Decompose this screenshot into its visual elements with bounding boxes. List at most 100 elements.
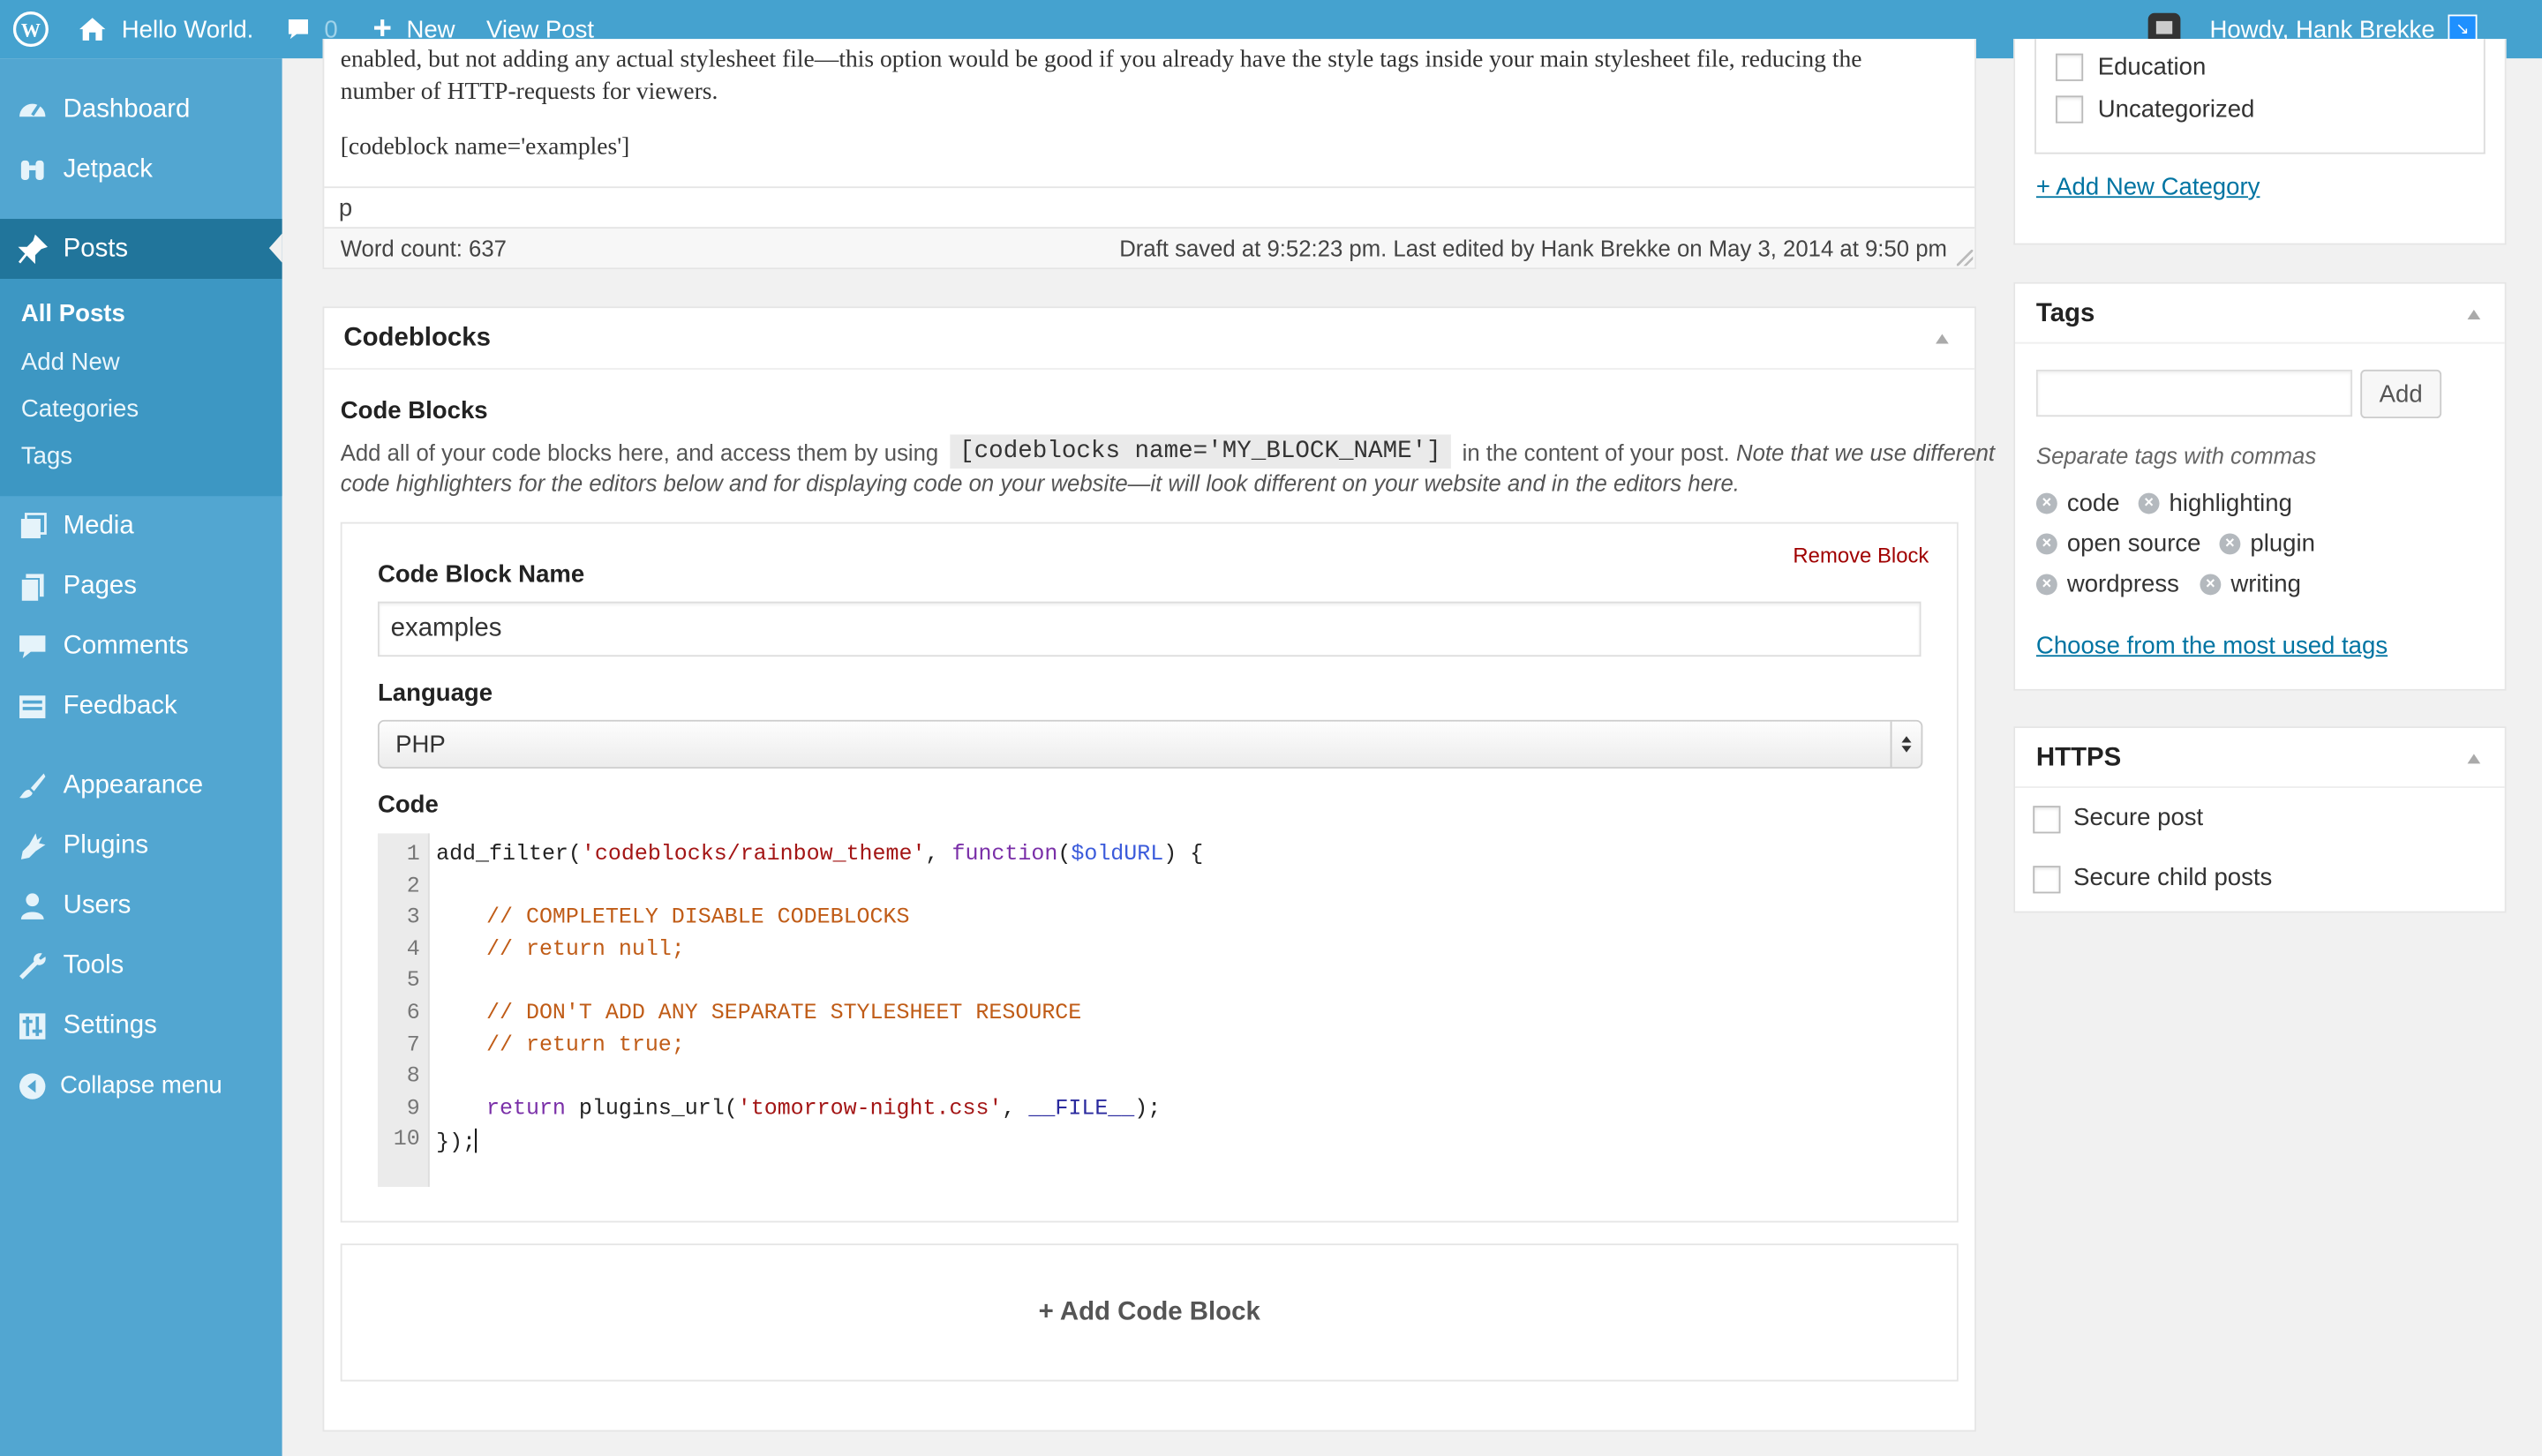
remove-tag-icon[interactable]: × <box>2138 492 2160 514</box>
line-number: 8 <box>406 1065 420 1091</box>
code-editor[interactable]: 1 2 3 4 5 6 7 8 9 10 add_filter('codeblo… <box>377 833 1922 1187</box>
brush-icon <box>15 769 50 804</box>
menu-pages[interactable]: Pages <box>0 556 282 616</box>
menu-comments[interactable]: Comments <box>0 616 282 676</box>
add-code-block-label: + Add Code Block <box>1038 1297 1260 1326</box>
line-number: 5 <box>406 970 420 995</box>
menu-collapse[interactable]: Collapse menu <box>0 1055 282 1115</box>
remove-tag-icon[interactable]: × <box>2035 574 2057 596</box>
comment-bubble-icon <box>285 16 311 41</box>
line-number: 7 <box>406 1033 420 1059</box>
select-arrows-icon <box>1890 721 1922 768</box>
menu-appearance[interactable]: Appearance <box>0 755 282 815</box>
menu-label: Dashboard <box>63 94 191 123</box>
editor-text-line[interactable]: number of HTTP-requests for viewers. <box>341 79 718 107</box>
collapse-arrow-icon[interactable] <box>2467 754 2481 764</box>
code-label: Code <box>377 791 439 819</box>
site-name-label: Hello World. <box>121 15 254 43</box>
menu-feedback[interactable]: Feedback <box>0 676 282 736</box>
menu-plugins[interactable]: Plugins <box>0 815 282 875</box>
pages-icon <box>15 569 50 604</box>
admin-sidebar: Dashboard Jetpack Posts All Posts Add Ne… <box>0 58 282 1456</box>
remove-tag-icon[interactable]: × <box>2035 492 2057 514</box>
new-tag-input[interactable] <box>2035 369 2353 417</box>
home-icon <box>78 16 107 41</box>
draft-status: Draft saved at 9:52:23 pm. Last edited b… <box>1119 235 1947 261</box>
metabox-header[interactable]: HTTPS <box>2015 728 2505 788</box>
code-line: // COMPLETELY DISABLE CODEBLOCKS <box>486 906 910 932</box>
codeblocks-title: Codeblocks <box>343 324 491 352</box>
code-block-name-label: Code Block Name <box>377 560 585 589</box>
menu-jetpack[interactable]: Jetpack <box>0 139 282 199</box>
secure-post-label: Secure post <box>2073 804 2204 832</box>
resize-handle-icon[interactable] <box>1956 249 1974 266</box>
code-line: // return null; <box>486 938 685 964</box>
secure-child-posts-checkbox[interactable] <box>2033 866 2061 894</box>
tag-item: × writing <box>2200 571 2301 598</box>
collapse-arrow-icon[interactable] <box>2467 309 2481 319</box>
category-checkbox[interactable] <box>2055 53 2084 81</box>
pin-icon <box>15 232 50 267</box>
remove-block-link[interactable]: Remove Block <box>1793 544 1929 568</box>
desc-text: in the content of your post. <box>1462 439 1730 465</box>
https-title: HTTPS <box>2035 744 2122 772</box>
tag-item: × wordpress <box>2035 571 2179 598</box>
category-label: Education <box>2097 53 2207 81</box>
editor-path: p <box>338 194 353 222</box>
menu-label: Appearance <box>63 770 204 799</box>
submenu-all-posts[interactable]: All Posts <box>21 300 125 327</box>
desc-note-line: code highlighters for the editors below … <box>340 469 1740 497</box>
categories-metabox <box>2013 39 2507 245</box>
input-value: examples <box>390 614 502 642</box>
menu-users[interactable]: Users <box>0 875 282 935</box>
menu-label: Posts <box>63 234 129 262</box>
menu-dashboard[interactable]: Dashboard <box>0 79 282 139</box>
editor-shortcode-line[interactable]: [codeblock name='examples'] <box>341 135 630 162</box>
submenu-tags[interactable]: Tags <box>21 443 72 470</box>
editor-status-bar: Word count: 637 Draft saved at 9:52:23 p… <box>324 227 1975 268</box>
select-value: PHP <box>395 731 446 759</box>
code-line: add_filter('codeblocks/rainbow_theme', f… <box>436 843 1204 868</box>
remove-tag-icon[interactable]: × <box>2219 533 2241 555</box>
metabox-header[interactable]: Tags <box>2015 284 2505 344</box>
code-blocks-heading: Code Blocks <box>340 397 488 425</box>
language-select[interactable]: PHP <box>377 719 1923 769</box>
code-block-name-input[interactable]: examples <box>377 601 1922 657</box>
menu-label: Pages <box>63 571 137 599</box>
editor-text-line[interactable]: enabled, but not adding any actual style… <box>341 47 1954 74</box>
metabox-header[interactable]: Codeblocks <box>324 308 1975 370</box>
secure-post-checkbox[interactable] <box>2033 806 2061 834</box>
media-icon <box>15 509 50 544</box>
code-blocks-description: Add all of your code blocks here, and ac… <box>340 434 1995 469</box>
feedback-icon <box>15 689 50 724</box>
tags-title: Tags <box>2035 299 2095 328</box>
desc-code-sample: [codeblocks name='MY_BLOCK_NAME'] <box>950 434 1451 469</box>
add-tag-button[interactable]: Add <box>2360 369 2442 419</box>
collapse-icon <box>15 1069 50 1104</box>
wordpress-logo-icon[interactable]: W <box>12 0 49 58</box>
text-cursor <box>476 1129 478 1154</box>
submenu-add-new[interactable]: Add New <box>21 349 120 376</box>
add-new-category-link[interactable]: + Add New Category <box>2036 174 2260 201</box>
add-code-block-button[interactable]: + Add Code Block <box>340 1243 1959 1382</box>
choose-tags-link[interactable]: Choose from the most used tags <box>2036 633 2388 660</box>
line-number: 6 <box>406 1002 420 1027</box>
remove-tag-icon[interactable]: × <box>2035 533 2057 555</box>
menu-label: Settings <box>63 1010 157 1039</box>
code-line: }); <box>436 1129 478 1157</box>
line-number-gutter: 1 2 3 4 5 6 7 8 9 10 <box>377 833 430 1187</box>
menu-posts[interactable]: Posts <box>0 219 282 280</box>
menu-media[interactable]: Media <box>0 496 282 556</box>
desc-text: Add all of your code blocks here, and ac… <box>340 439 939 465</box>
remove-tag-icon[interactable]: × <box>2200 574 2222 596</box>
menu-label: Media <box>63 511 134 539</box>
menu-settings[interactable]: Settings <box>0 995 282 1055</box>
menu-tools[interactable]: Tools <box>0 935 282 995</box>
collapse-arrow-icon[interactable] <box>1936 334 1949 344</box>
category-checkbox[interactable] <box>2055 95 2084 124</box>
submenu-categories[interactable]: Categories <box>21 395 139 423</box>
posts-submenu: All Posts Add New Categories Tags <box>0 279 282 497</box>
code-line: // return true; <box>486 1033 685 1059</box>
secure-child-posts-label: Secure child posts <box>2073 864 2273 892</box>
site-name-link[interactable]: Hello World. <box>78 0 253 58</box>
